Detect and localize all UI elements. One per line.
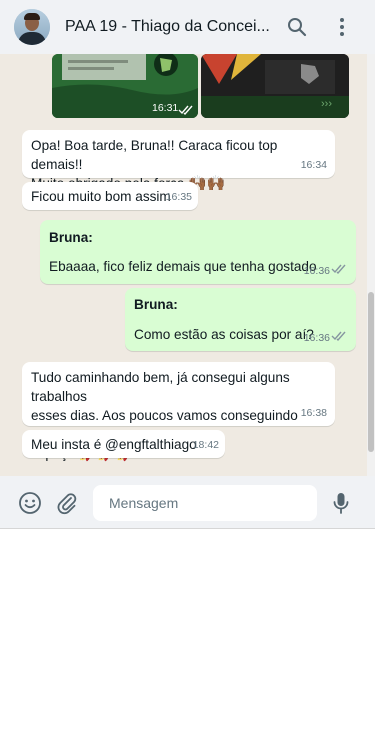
chat-header: PAA 19 - Thiago da Concei... xyxy=(0,0,375,54)
read-receipt-icon xyxy=(178,102,194,118)
media-time: 16:31 xyxy=(152,102,179,114)
scrollbar[interactable] xyxy=(367,54,375,476)
image-attachment[interactable]: ››› xyxy=(201,54,349,118)
forward-arrows-icon: ››› xyxy=(321,98,332,110)
microphone-icon[interactable] xyxy=(328,490,354,516)
scrollbar-thumb[interactable] xyxy=(368,292,374,452)
message-text: Ebaaaa, fico feliz demais que tenha gost… xyxy=(49,259,317,274)
emoji-icon[interactable] xyxy=(17,490,43,516)
message-text: Meu insta é @engftalthiago xyxy=(31,437,197,452)
message-time: 16:35 xyxy=(165,191,192,203)
message-outgoing[interactable]: Bruna: Como estão as coisas por aí? 16:3… xyxy=(125,288,356,351)
attach-paperclip-icon[interactable] xyxy=(54,490,80,516)
message-incoming[interactable]: Meu insta é @engftalthiago 18:42 xyxy=(22,430,225,458)
message-time: 16:36 xyxy=(303,265,330,277)
message-sender: Bruna: xyxy=(134,297,178,312)
message-time: 16:34 xyxy=(300,159,327,171)
kebab-menu-icon[interactable] xyxy=(330,15,354,39)
image-attachment[interactable]: 16:31 xyxy=(52,54,198,118)
avatar[interactable] xyxy=(14,9,50,45)
message-text: Opa! Boa tarde, Bruna!! Caraca ficou top… xyxy=(31,138,278,172)
read-receipt-icon xyxy=(331,327,347,346)
read-receipt-icon xyxy=(331,260,347,279)
chat-title[interactable]: PAA 19 - Thiago da Concei... xyxy=(65,18,270,36)
message-incoming[interactable]: Tudo caminhando bem, já consegui alguns … xyxy=(22,362,335,462)
message-time: 18:42 xyxy=(192,439,219,451)
message-time: 16:36 xyxy=(303,332,330,344)
message-incoming[interactable]: Opa! Boa tarde, Bruna!! Caraca ficou top… xyxy=(22,130,335,192)
message-sender: Bruna: xyxy=(49,230,93,245)
message-text: Ficou muito bom assim xyxy=(31,189,171,204)
message-text: Tudo caminhando bem, já consegui alguns … xyxy=(31,370,290,404)
chat-window: PAA 19 - Thiago da Concei... 16:31 ››› O… xyxy=(0,0,375,529)
message-outgoing[interactable]: Bruna: Ebaaaa, fico feliz demais que ten… xyxy=(40,220,356,284)
message-incoming[interactable]: Ficou muito bom assim 16:35 xyxy=(22,182,198,210)
message-input[interactable] xyxy=(93,485,317,521)
message-composer xyxy=(0,476,375,528)
message-time: 16:38 xyxy=(300,407,327,419)
search-icon[interactable] xyxy=(285,15,309,39)
